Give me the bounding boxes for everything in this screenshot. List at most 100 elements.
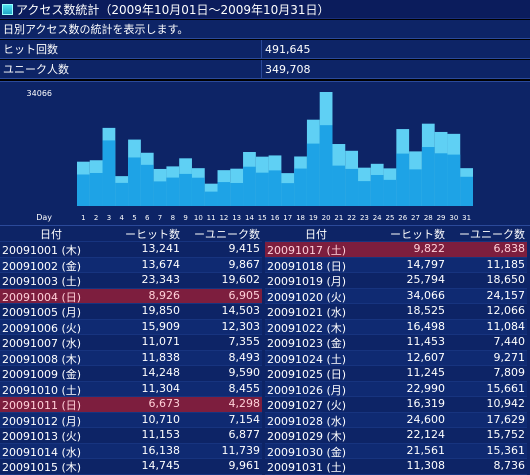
- x-tick-label: 29: [437, 214, 446, 222]
- summary-label: ユニーク人数: [0, 60, 262, 78]
- cell-unique: 10,942: [486, 397, 526, 410]
- cell-hits: 21,561: [406, 443, 446, 457]
- bar-unique: [102, 140, 116, 206]
- cell-unique: 9,415: [228, 242, 261, 255]
- cell-hits: 15,909: [141, 319, 181, 333]
- bar-unique: [434, 153, 448, 206]
- cell-hits: 8,926: [148, 288, 181, 302]
- x-axis-label: Day: [36, 213, 52, 222]
- x-tick-label: 5: [132, 214, 136, 222]
- cell-date: 20091011 (日): [2, 399, 82, 412]
- table-row: 20091031 (土) 11,308 8,736: [265, 458, 527, 474]
- cell-unique: 6,905: [228, 288, 261, 302]
- cell-unique: 9,271: [493, 350, 526, 364]
- table-row: 20091007 (水) 11,071 7,355: [0, 334, 262, 350]
- x-tick-label: 25: [386, 214, 395, 222]
- bar-unique: [306, 143, 320, 206]
- cell-hits: 13,241: [141, 242, 181, 255]
- cell-unique: 4,298: [228, 397, 261, 410]
- table-row: 20091004 (日) 8,926 6,905: [0, 287, 262, 304]
- x-tick-label: 30: [449, 214, 458, 222]
- bar-unique: [358, 181, 371, 206]
- page-title: アクセス数統計（2009年10月01日～2009年10月31日）: [16, 2, 330, 17]
- bar-unique: [268, 170, 282, 206]
- cell-hits: 11,304: [141, 381, 181, 395]
- x-tick-label: 22: [347, 214, 356, 222]
- x-tick-label: 16: [271, 214, 280, 222]
- table-row: 20091014 (水) 16,138 11,739: [0, 442, 262, 459]
- cell-date: 20091030 (金): [267, 445, 347, 459]
- cell-unique: 7,355: [228, 335, 261, 348]
- cell-date: 20091020 (火): [267, 290, 347, 304]
- bar-unique: [166, 177, 180, 206]
- bar-unique: [204, 191, 218, 206]
- table-row: 20091020 (火) 34,066 24,157: [265, 287, 527, 304]
- cell-date: 20091004 (日): [2, 290, 82, 304]
- cell-hits: 23,343: [141, 273, 181, 286]
- bar-unique: [370, 174, 384, 206]
- cell-hits: 12,607: [406, 350, 446, 364]
- x-tick-label: 27: [411, 214, 420, 222]
- table-row: 20091029 (木) 22,124 15,752: [265, 427, 527, 443]
- header-date: 日付: [305, 228, 327, 241]
- cell-hits: 6,673: [148, 397, 181, 410]
- table-row: 20091012 (月) 10,710 7,154: [0, 411, 262, 428]
- table-row: 20091027 (火) 16,319 10,942: [265, 396, 527, 412]
- table-row: 20091023 (金) 11,453 7,440: [265, 334, 527, 350]
- table-row: 20091021 (水) 18,525 12,066: [265, 303, 527, 319]
- cell-date: 20091010 (土): [2, 383, 82, 397]
- cell-date: 20091023 (金): [267, 337, 347, 350]
- cell-unique: 8,736: [493, 459, 526, 472]
- bar-unique: [243, 166, 256, 206]
- cell-unique: 12,066: [486, 304, 526, 317]
- bar-unique: [460, 176, 473, 206]
- x-tick-label: 31: [462, 214, 471, 222]
- x-tick-label: 8: [171, 214, 175, 222]
- cell-date: 20091027 (火): [267, 399, 347, 412]
- x-tick-label: 6: [145, 214, 150, 222]
- table-row: 20091015 (木) 14,745 9,961: [0, 458, 262, 474]
- cell-date: 20091022 (木): [267, 321, 347, 335]
- header-hits: ーヒット数: [390, 228, 445, 241]
- cell-unique: 19,602: [221, 273, 261, 286]
- x-tick-label: 10: [194, 214, 203, 222]
- access-chart: 34066 Day 1 2 3 4 5 6 7 8 9 10 11 12 13 14 15 16 17 18 19 2…: [27, 89, 473, 222]
- table-row: 20091025 (日) 11,245 7,809: [265, 365, 527, 381]
- cell-date: 20091019 (月): [267, 275, 347, 288]
- cell-date: 20091008 (木): [2, 352, 82, 366]
- cell-date: 20091001 (木): [2, 244, 82, 257]
- cell-unique: 6,877: [228, 428, 261, 441]
- bar-unique: [421, 147, 435, 206]
- x-tick-label: 12: [219, 214, 228, 222]
- cell-date: 20091024 (土): [267, 352, 347, 366]
- cell-unique: 12,303: [221, 319, 261, 333]
- cell-date: 20091006 (火): [2, 321, 82, 335]
- cell-date: 20091003 (土): [2, 275, 82, 288]
- bar-unique: [128, 157, 141, 206]
- cell-unique: 11,084: [486, 319, 526, 333]
- description-text: 日別アクセス数の統計を表示します。: [3, 23, 189, 36]
- cell-hits: 9,822: [413, 242, 446, 255]
- cell-unique: 15,661: [486, 381, 526, 395]
- summary-label: ヒット回数: [0, 40, 262, 58]
- summary-value: 491,645: [265, 42, 311, 56]
- cell-date: 20091012 (月): [2, 414, 82, 428]
- cell-unique: 7,809: [493, 366, 526, 379]
- cell-hits: 22,990: [406, 381, 446, 395]
- x-tick-label: 13: [232, 214, 241, 222]
- table-row: 20091011 (日) 6,673 4,298: [0, 396, 262, 412]
- cell-unique: 8,455: [228, 381, 261, 395]
- cell-hits: 14,248: [141, 366, 181, 379]
- x-tick-label: 14: [245, 214, 254, 222]
- table-row: 20091030 (金) 21,561 15,361: [265, 442, 527, 459]
- cell-hits: 24,600: [406, 412, 446, 426]
- x-tick-label: 19: [309, 214, 318, 222]
- header-date: 日付: [40, 228, 62, 241]
- cell-hits: 14,745: [141, 459, 181, 472]
- cell-unique: 18,650: [486, 273, 526, 286]
- cell-date: 20091005 (月): [2, 306, 82, 319]
- x-tick-label: 28: [424, 214, 433, 222]
- cell-hits: 13,674: [141, 257, 181, 271]
- cell-unique: 6,838: [493, 242, 526, 255]
- table-row: 20091019 (月) 25,794 18,650: [265, 272, 527, 288]
